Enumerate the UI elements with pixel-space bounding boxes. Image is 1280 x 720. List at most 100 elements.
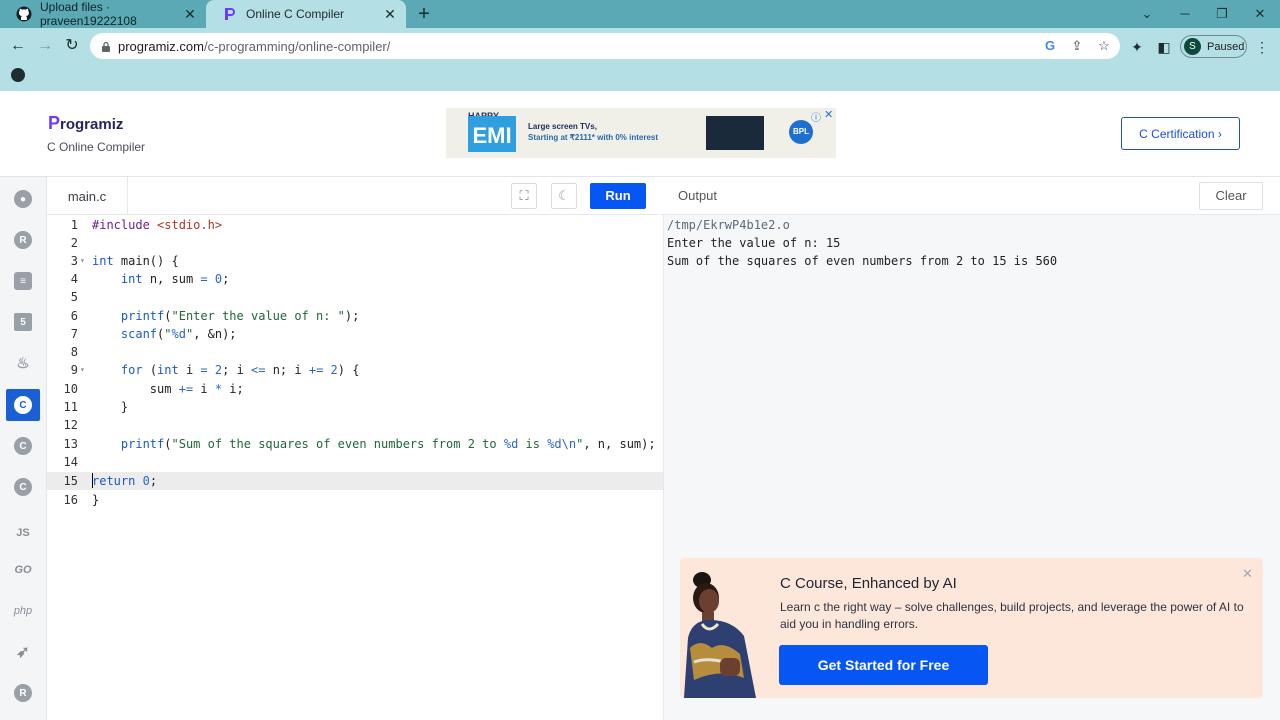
language-sidebar: ● R ≡ 5 ♨ C C C JS GO php ➶ R bbox=[0, 177, 47, 720]
code-line[interactable]: 6 printf("Enter the value of n: "); bbox=[47, 307, 663, 325]
sidebar-item-r[interactable]: R bbox=[6, 224, 40, 256]
ad-close-icon[interactable]: ✕ bbox=[824, 108, 833, 121]
site-header: Programiz C Online Compiler HAPPY EMI La… bbox=[0, 91, 1280, 177]
menu-kebab-icon[interactable]: ⋮ bbox=[1253, 38, 1271, 56]
ad-headline: Large screen TVs, bbox=[528, 122, 597, 131]
ad-tv-image bbox=[706, 116, 764, 150]
output-header: Output Clear bbox=[664, 177, 1280, 215]
c-certification-button[interactable]: C Certification › bbox=[1121, 117, 1240, 150]
share-icon[interactable]: ⇪ bbox=[1069, 38, 1085, 54]
globe-bookmark-icon[interactable] bbox=[11, 68, 25, 82]
bookmark-star-icon[interactable]: ☆ bbox=[1096, 38, 1112, 54]
url-domain: programiz.com bbox=[118, 39, 204, 54]
code-line[interactable]: 10 sum += i * i; bbox=[47, 380, 663, 398]
code-line-active[interactable]: 15 return 0; bbox=[47, 472, 663, 490]
code-line[interactable]: 3 ▾ int main() { bbox=[47, 252, 663, 270]
close-tab-icon[interactable]: ✕ bbox=[182, 6, 198, 22]
forward-icon[interactable]: → bbox=[35, 36, 55, 56]
close-icon[interactable]: ✕ bbox=[1242, 566, 1253, 582]
extensions-icon[interactable]: ✦ bbox=[1128, 38, 1146, 56]
ad-subline: Starting at ₹2111* with 0% interest bbox=[528, 133, 659, 142]
address-bar[interactable]: programiz.com/c-programming/online-compi… bbox=[90, 33, 1120, 59]
cpp-icon: C bbox=[14, 437, 32, 455]
sidebar-item-csharp[interactable]: C bbox=[6, 471, 40, 503]
sidebar-item-c[interactable]: C bbox=[6, 389, 40, 421]
code-line[interactable]: 7 scanf("%d", &n); bbox=[47, 325, 663, 343]
code-line[interactable]: 16} bbox=[47, 491, 663, 509]
promo-card: C Course, Enhanced by AI Learn c the rig… bbox=[680, 558, 1263, 698]
github-icon bbox=[16, 6, 32, 22]
lock-icon bbox=[101, 40, 111, 52]
code-line[interactable]: 9 ▾ for (int i = 2; i <= n; i += 2) { bbox=[47, 361, 663, 379]
browser-chrome: Upload files · praveen19222108 ✕ Online … bbox=[0, 0, 1280, 91]
sidebar-item-python[interactable]: ● bbox=[6, 183, 40, 215]
close-tab-icon[interactable]: ✕ bbox=[382, 6, 398, 22]
sidebar-item-go[interactable]: GO bbox=[6, 554, 40, 586]
csharp-icon: C bbox=[14, 478, 32, 496]
programiz-icon bbox=[222, 6, 238, 22]
code-editor[interactable]: 1 #include <stdio.h> 2 3 ▾ int main() { 4 i… bbox=[47, 215, 664, 720]
c-icon: C bbox=[14, 396, 32, 414]
code-line[interactable]: 12 bbox=[47, 416, 663, 434]
output-line: /tmp/EkrwP4b1e2.o bbox=[667, 218, 790, 232]
window-close-icon[interactable]: ✕ bbox=[1245, 4, 1275, 24]
code-line[interactable]: 11 } bbox=[47, 398, 663, 416]
promo-title: C Course, Enhanced by AI bbox=[780, 575, 957, 592]
maximize-icon[interactable]: ❐ bbox=[1207, 4, 1237, 24]
sidebar-item-rust[interactable]: R bbox=[6, 677, 40, 709]
ad-info-icon[interactable]: ⓘ bbox=[811, 109, 821, 124]
output-title: Output bbox=[678, 188, 718, 203]
sidebar-item-sql[interactable]: ≡ bbox=[6, 265, 40, 297]
sidebar-item-java[interactable]: ♨ bbox=[6, 347, 40, 379]
programiz-logo[interactable]: Programiz bbox=[48, 113, 123, 134]
output-line: Sum of the squares of even numbers from … bbox=[667, 254, 1058, 268]
python-icon: ● bbox=[14, 190, 32, 208]
get-started-button[interactable]: Get Started for Free bbox=[779, 645, 988, 685]
promo-description: Learn c the right way – solve challenges… bbox=[780, 600, 1244, 631]
tab-search-icon[interactable]: ⌄ bbox=[1132, 4, 1162, 24]
sidebar-item-js[interactable]: JS bbox=[6, 517, 40, 549]
url-path: /c-programming/online-compiler/ bbox=[203, 39, 391, 54]
tab-online-c-compiler[interactable]: Online C Compiler ✕ bbox=[206, 0, 406, 28]
database-icon: ≡ bbox=[14, 272, 32, 290]
fullscreen-icon[interactable]: ⛶ bbox=[511, 183, 537, 209]
html5-icon: 5 bbox=[14, 313, 32, 331]
tab-strip: Upload files · praveen19222108 ✕ Online … bbox=[0, 0, 1280, 28]
page-subtitle: C Online Compiler bbox=[47, 140, 146, 154]
ad-brand-logo: BPL bbox=[789, 120, 813, 144]
sidebar-item-html[interactable]: 5 bbox=[6, 306, 40, 338]
fold-arrow-icon[interactable]: ▾ bbox=[80, 252, 85, 270]
sidebar-item-php[interactable]: php bbox=[6, 595, 40, 627]
tab-title: Online C Compiler bbox=[246, 7, 345, 21]
new-tab-icon[interactable]: + bbox=[414, 4, 434, 24]
profile-button[interactable]: S Paused bbox=[1180, 35, 1247, 58]
output-line: Enter the value of n: 15 bbox=[667, 236, 841, 250]
code-line[interactable]: 1 #include <stdio.h> bbox=[47, 216, 663, 234]
ad-emi-badge: EMI bbox=[468, 116, 516, 152]
code-line[interactable]: 5 bbox=[47, 288, 663, 306]
code-line[interactable]: 8 bbox=[47, 343, 663, 361]
url-text: programiz.com/c-programming/online-compi… bbox=[118, 39, 390, 54]
r-icon: R bbox=[14, 231, 32, 249]
clear-button[interactable]: Clear bbox=[1199, 182, 1263, 210]
code-line[interactable]: 13 printf("Sum of the squares of even nu… bbox=[47, 435, 663, 453]
editor-header: main.c ⛶ ☾ Run bbox=[47, 177, 664, 215]
side-panel-icon[interactable]: ◧ bbox=[1155, 38, 1173, 56]
ad-banner[interactable]: HAPPY EMI Large screen TVs, Starting at … bbox=[446, 108, 836, 158]
back-icon[interactable]: ← bbox=[8, 36, 28, 56]
sidebar-item-cpp[interactable]: C bbox=[6, 430, 40, 462]
minimize-icon[interactable]: ─ bbox=[1170, 4, 1200, 24]
google-lens-icon[interactable]: G bbox=[1042, 38, 1058, 54]
sidebar-item-swift[interactable]: ➶ bbox=[6, 636, 40, 668]
reload-icon[interactable]: ↻ bbox=[62, 36, 82, 56]
code-line[interactable]: 2 bbox=[47, 234, 663, 252]
avatar: S bbox=[1184, 38, 1201, 55]
run-button[interactable]: Run bbox=[590, 183, 646, 209]
dark-mode-icon[interactable]: ☾ bbox=[551, 183, 577, 209]
code-line[interactable]: 14 bbox=[47, 453, 663, 471]
file-tab-main-c[interactable]: main.c bbox=[47, 177, 128, 215]
code-line[interactable]: 4 int n, sum = 0; bbox=[47, 270, 663, 288]
php-icon: php bbox=[13, 605, 33, 617]
tab-github-upload[interactable]: Upload files · praveen19222108 ✕ bbox=[0, 0, 206, 28]
fold-arrow-icon[interactable]: ▾ bbox=[80, 361, 85, 379]
